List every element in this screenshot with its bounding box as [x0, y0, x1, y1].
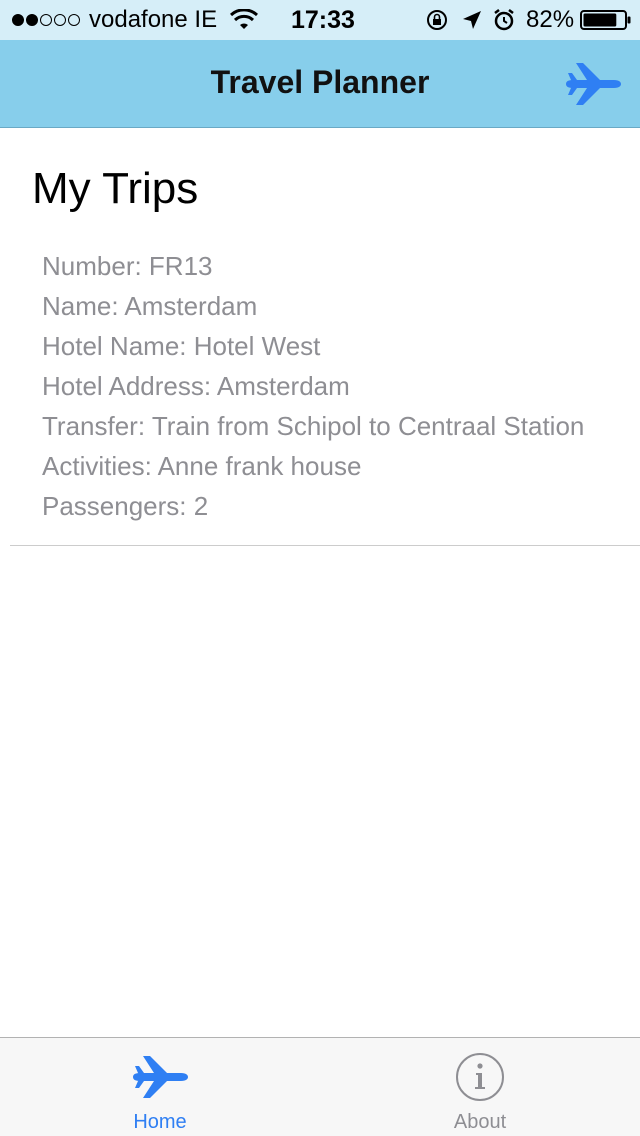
battery-fill: [583, 13, 617, 27]
plane-icon[interactable]: [564, 60, 622, 108]
tab-home-label: Home: [133, 1111, 187, 1133]
carrier-name: vodafone IE: [89, 6, 218, 33]
nav-title: Travel Planner: [210, 64, 430, 100]
battery-percent: 82%: [526, 6, 575, 33]
status-bar: vodafone IE 17:33 82%: [0, 0, 640, 40]
plane-icon: [133, 1056, 188, 1098]
signal-dot: [54, 14, 66, 26]
trip-transfer: Transfer: Train from Schipol to Centraal…: [42, 411, 585, 441]
page-title: My Trips: [32, 164, 199, 213]
info-icon: [456, 1053, 504, 1101]
tab-about[interactable]: About: [320, 1038, 640, 1136]
signal-dot: [12, 14, 24, 26]
alarm-icon: [494, 9, 514, 31]
trip-hotel-address: Hotel Address: Amsterdam: [42, 371, 350, 401]
signal-dot: [68, 14, 80, 26]
tab-about-label: About: [453, 1111, 507, 1133]
wifi-icon: [230, 9, 258, 29]
trip-name: Name: Amsterdam: [42, 291, 258, 321]
status-time: 17:33: [291, 6, 355, 34]
rotation-lock-icon: [427, 10, 447, 30]
signal-dot: [26, 14, 38, 26]
trip-number: Number: FR13: [42, 251, 213, 281]
signal-dot: [40, 14, 52, 26]
battery-icon: [580, 10, 631, 30]
tab-bar: Home About: [0, 1037, 640, 1136]
trip-passengers: Passengers: 2: [42, 491, 209, 521]
navigation-bar: Travel Planner: [0, 40, 640, 128]
location-icon: [463, 11, 481, 29]
trip-hotel-name: Hotel Name: Hotel West: [42, 331, 321, 361]
app-screen: vodafone IE 17:33 82% Travel Planner My …: [0, 0, 640, 1136]
trip-activities: Activities: Anne frank house: [42, 451, 362, 481]
tab-home[interactable]: Home: [0, 1038, 320, 1136]
signal-strength-indicator: [12, 13, 80, 27]
trip-card[interactable]: Number: FR13 Name: Amsterdam Hotel Name:…: [10, 246, 640, 546]
